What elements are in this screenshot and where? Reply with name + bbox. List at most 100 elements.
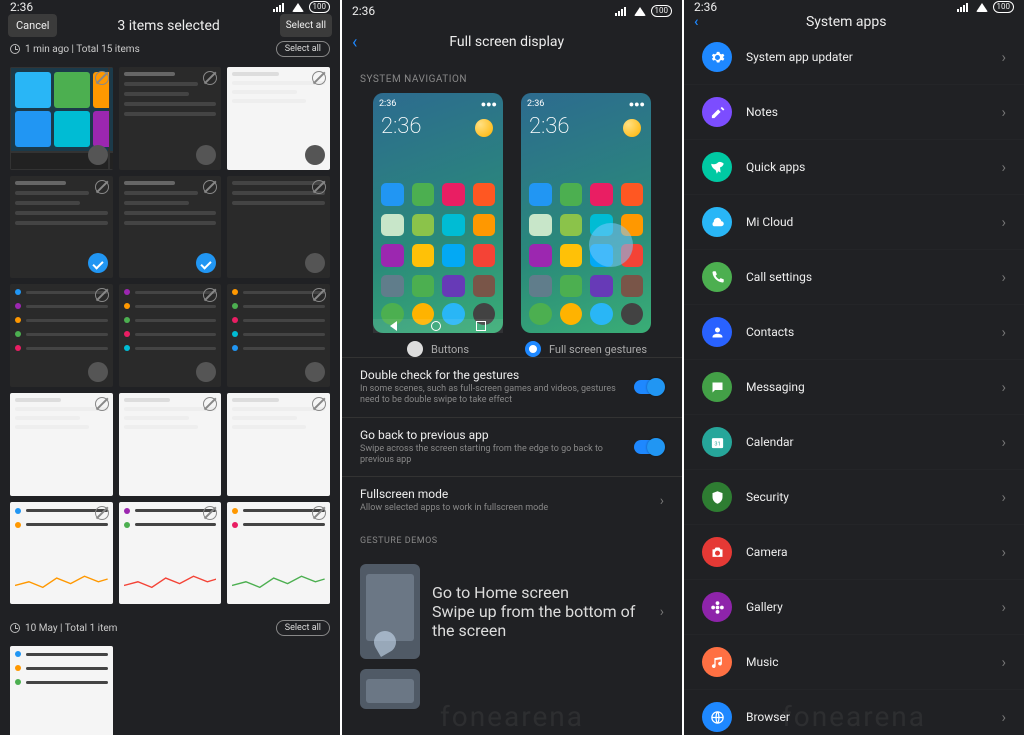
chevron-right-icon: › <box>1001 213 1006 231</box>
select-circle[interactable] <box>305 145 325 165</box>
system-app-row[interactable]: System app updater › <box>684 30 1024 85</box>
system-app-row[interactable]: Gallery› <box>684 580 1024 635</box>
thumbnail-grid-2 <box>0 640 340 735</box>
toggle-on[interactable] <box>634 380 664 394</box>
app-label: Gallery <box>746 600 987 614</box>
demo-home[interactable]: Go to Home screenSwipe up from the botto… <box>342 554 682 669</box>
wifi-icon <box>976 3 988 12</box>
status-time: 2:36 <box>10 0 33 14</box>
system-app-row[interactable]: Security › <box>684 470 1024 525</box>
battery-icon: 100 <box>309 1 331 13</box>
app-label: Call settings <box>746 270 987 284</box>
chevron-right-icon: › <box>660 604 664 620</box>
chevron-right-icon: › <box>1001 488 1006 506</box>
system-app-row[interactable]: Notes › <box>684 85 1024 140</box>
double-check-row[interactable]: Double check for the gesturesIn some sce… <box>342 357 682 417</box>
thumbnail[interactable] <box>10 502 113 605</box>
system-app-row[interactable]: Mi Cloud› <box>684 195 1024 250</box>
page-title: Full screen display <box>357 34 656 50</box>
select-circle[interactable] <box>196 362 216 382</box>
system-apps-settings: 2:36 100 ‹‹ System apps System app updat… <box>684 0 1024 735</box>
no-sync-icon <box>95 180 109 194</box>
group-header-2: 10 May | Total 1 item Select all <box>0 616 340 640</box>
select-circle[interactable] <box>305 362 325 382</box>
app-label: Calendar <box>746 435 987 449</box>
system-app-row[interactable]: Music› <box>684 635 1024 690</box>
thumbnail-grid <box>0 61 340 610</box>
fullscreen-mode-row[interactable]: Fullscreen modeAllow selected apps to wo… <box>342 476 682 524</box>
clock-icon <box>10 623 20 633</box>
chevron-right-icon: › <box>660 493 664 509</box>
thumbnail[interactable] <box>10 646 113 735</box>
system-app-row[interactable]: 31Calendar› <box>684 415 1024 470</box>
phone-icon <box>702 262 732 292</box>
thumbnail[interactable] <box>119 67 222 170</box>
settings-header: ‹ Full screen display <box>342 22 682 62</box>
no-sync-icon <box>312 506 326 520</box>
go-back-row[interactable]: Go back to previous appSwipe across the … <box>342 417 682 477</box>
select-all-button[interactable]: Select all <box>280 14 332 37</box>
select-circle[interactable] <box>196 145 216 165</box>
thumbnail[interactable] <box>227 502 330 605</box>
select-circle[interactable] <box>88 145 108 165</box>
app-label: Camera <box>746 545 987 559</box>
cancel-button[interactable]: Cancel <box>8 14 57 37</box>
demo-next[interactable] <box>342 669 682 719</box>
thumbnail[interactable] <box>119 284 222 387</box>
system-app-row[interactable]: Call settings › <box>684 250 1024 305</box>
system-apps-list: System app updater › Notes › Quick apps›Mi C… <box>684 30 1024 735</box>
gestures-radio[interactable]: Full screen gestures <box>525 341 647 357</box>
system-app-row[interactable]: Browser› <box>684 690 1024 735</box>
buttons-radio[interactable]: Buttons <box>407 341 469 357</box>
thumbnail[interactable] <box>119 502 222 605</box>
app-label: Messaging <box>746 380 987 394</box>
thumbnail[interactable] <box>10 393 113 496</box>
fullscreen-display-settings: 2:36 100 ‹ Full screen display SYSTEM NA… <box>342 0 682 735</box>
thumbnail[interactable] <box>119 393 222 496</box>
chevron-right-icon: › <box>1001 543 1006 561</box>
select-circle[interactable] <box>88 362 108 382</box>
app-label: Notes <box>746 105 987 119</box>
chevron-right-icon: › <box>1001 323 1006 341</box>
thumbnail[interactable] <box>227 393 330 496</box>
thumbnail[interactable] <box>10 176 113 279</box>
music-icon <box>702 647 732 677</box>
thumbnail[interactable] <box>227 284 330 387</box>
group-select-all-button-2[interactable]: Select all <box>276 620 330 636</box>
system-app-row[interactable]: Camera › <box>684 525 1024 580</box>
toggle-on[interactable] <box>634 440 664 454</box>
gestures-preview[interactable]: 2:36●●● 2:36 <box>521 93 651 333</box>
buttons-preview[interactable]: 2:36●●● 2:36 <box>373 93 503 333</box>
group-select-all-button[interactable]: Select all <box>276 41 330 57</box>
thumbnail[interactable] <box>119 176 222 279</box>
chevron-right-icon: › <box>1001 653 1006 671</box>
system-app-row[interactable]: Contacts› <box>684 305 1024 360</box>
status-bar: 2:36 100 <box>0 0 340 14</box>
status-time: 2:36 <box>694 0 717 14</box>
no-sync-icon <box>95 397 109 411</box>
system-app-row[interactable]: Messaging› <box>684 360 1024 415</box>
no-sync-icon <box>95 506 109 520</box>
select-circle[interactable] <box>305 253 325 273</box>
thumbnail[interactable] <box>227 176 330 279</box>
chevron-right-icon: › <box>1001 268 1006 286</box>
person-icon <box>702 317 732 347</box>
status-bar: 2:36 100 <box>342 0 682 22</box>
thumbnail[interactable] <box>227 67 330 170</box>
thumbnail[interactable] <box>10 67 113 170</box>
wifi-icon <box>634 7 646 16</box>
select-circle[interactable] <box>196 253 216 273</box>
app-label: Security <box>746 490 987 504</box>
globe-icon <box>702 702 732 732</box>
flower-icon <box>702 592 732 622</box>
thumbnail[interactable] <box>10 284 113 387</box>
select-circle[interactable] <box>88 253 108 273</box>
no-sync-icon <box>312 397 326 411</box>
app-label: System app updater <box>746 50 987 64</box>
battery-icon: 100 <box>993 1 1015 13</box>
chevron-right-icon: › <box>1001 103 1006 121</box>
section-label-demos: GESTURE DEMOS <box>342 524 682 554</box>
no-sync-icon <box>95 288 109 302</box>
system-app-row[interactable]: Quick apps› <box>684 140 1024 195</box>
chevron-right-icon: › <box>1001 48 1006 66</box>
